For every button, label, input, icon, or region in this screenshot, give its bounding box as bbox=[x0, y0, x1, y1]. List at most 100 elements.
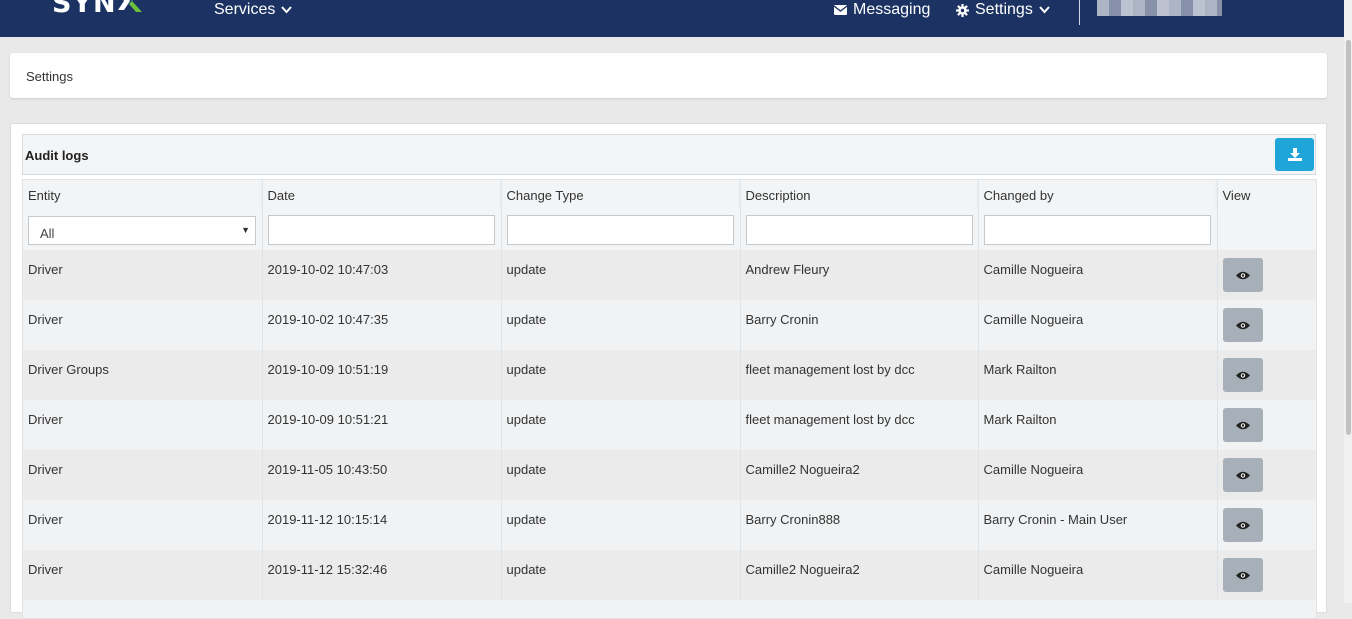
cell-date: 2019-11-05 10:43:50 bbox=[262, 450, 502, 500]
view-button[interactable] bbox=[1222, 508, 1263, 542]
filter-cell-changed-by bbox=[978, 210, 1218, 250]
view-button[interactable] bbox=[1222, 358, 1263, 392]
column-header-date[interactable]: Date bbox=[262, 180, 502, 210]
table-row: Driver 2019-11-12 10:15:14 update Barry … bbox=[23, 500, 1316, 550]
table-row: Driver Groups 2019-10-09 10:51:19 update… bbox=[23, 350, 1316, 400]
chevron-down-icon bbox=[1039, 6, 1050, 14]
eye-icon bbox=[1235, 521, 1250, 529]
change-type-filter-input[interactable] bbox=[506, 215, 734, 245]
cell-view bbox=[1217, 250, 1316, 300]
gear-icon bbox=[956, 3, 969, 17]
cell-date: 2019-10-09 10:51:19 bbox=[262, 350, 502, 400]
view-button[interactable] bbox=[1222, 558, 1263, 592]
cell-view bbox=[1217, 550, 1316, 600]
cell-entity: Driver bbox=[23, 450, 263, 500]
cell-changed-by: Camille Nogueira bbox=[978, 550, 1218, 600]
cell-description: fleet management lost by dcc bbox=[740, 400, 979, 450]
cell-changed-by: Camille Nogueira bbox=[978, 250, 1218, 300]
top-navbar: SYN Services Messaging Settings bbox=[0, 0, 1344, 37]
column-header-entity[interactable]: Entity bbox=[23, 180, 263, 210]
cell-change-type: update bbox=[501, 450, 741, 500]
envelope-icon bbox=[834, 5, 847, 15]
cell-changed-by: Camille Nogueira bbox=[978, 450, 1218, 500]
nav-services-label: Services bbox=[214, 1, 276, 18]
cell-changed-by: Camille Nogueira bbox=[978, 300, 1218, 350]
filter-cell-date bbox=[262, 210, 502, 250]
audit-logs-table: Entity Date Change Type Description Chan… bbox=[22, 179, 1317, 619]
audit-logs-header: Audit logs bbox=[22, 134, 1316, 175]
nav-settings-menu[interactable]: Settings bbox=[956, 0, 1050, 20]
eye-icon bbox=[1235, 421, 1250, 429]
cell-description: Barry Cronin888 bbox=[740, 500, 979, 550]
nav-settings-label: Settings bbox=[975, 1, 1033, 18]
cell-entity: Driver bbox=[23, 550, 263, 600]
user-menu-blurred[interactable] bbox=[1097, 0, 1222, 16]
cell-change-type: update bbox=[501, 250, 741, 300]
cell-date: 2019-11-12 10:15:14 bbox=[262, 500, 502, 550]
cell-description: Camille2 Nogueira2 bbox=[740, 450, 979, 500]
cell-change-type: update bbox=[501, 550, 741, 600]
filter-cell-change-type bbox=[501, 210, 741, 250]
column-header-changed-by[interactable]: Changed by bbox=[978, 180, 1218, 210]
filter-cell-description bbox=[740, 210, 979, 250]
entity-filter-value: All bbox=[40, 225, 55, 241]
cell-date: 2019-10-02 10:47:35 bbox=[262, 300, 502, 350]
nav-services-menu[interactable]: Services bbox=[214, 0, 293, 20]
cell-changed-by: Barry Cronin - Main User bbox=[978, 500, 1218, 550]
cell-entity: Driver bbox=[23, 250, 263, 300]
cell-view bbox=[1217, 300, 1316, 350]
cell-change-type: update bbox=[501, 400, 741, 450]
breadcrumb-settings: Settings bbox=[26, 69, 73, 84]
table-row: Driver 2019-11-05 10:43:50 update Camill… bbox=[23, 450, 1316, 500]
caret-down-icon: ▼ bbox=[241, 224, 250, 235]
changed-by-filter-input[interactable] bbox=[983, 215, 1211, 245]
page-scrollbar-thumb[interactable] bbox=[1346, 40, 1351, 435]
eye-icon bbox=[1235, 321, 1250, 329]
cell-view bbox=[1217, 450, 1316, 500]
cell-changed-by: Mark Railton bbox=[978, 350, 1218, 400]
cell-change-type: update bbox=[501, 300, 741, 350]
view-button[interactable] bbox=[1222, 408, 1263, 442]
cell-description: Andrew Fleury bbox=[740, 250, 979, 300]
table-row: Driver 2019-10-09 10:51:21 update fleet … bbox=[23, 400, 1316, 450]
cell-description: fleet management lost by dcc bbox=[740, 350, 979, 400]
cell-entity: Driver bbox=[23, 400, 263, 450]
cell-description: Camille2 Nogueira2 bbox=[740, 550, 979, 600]
entity-filter-select[interactable]: All ▼ bbox=[28, 215, 256, 245]
cell-change-type: update bbox=[501, 500, 741, 550]
view-button[interactable] bbox=[1222, 258, 1263, 292]
nav-divider bbox=[1079, 0, 1080, 25]
cell-view bbox=[1217, 350, 1316, 400]
nav-messaging-label: Messaging bbox=[853, 1, 931, 18]
cell-view bbox=[1217, 400, 1316, 450]
eye-icon bbox=[1235, 571, 1250, 579]
column-header-description[interactable]: Description bbox=[740, 180, 979, 210]
column-header-change-type[interactable]: Change Type bbox=[501, 180, 741, 210]
eye-icon bbox=[1235, 271, 1250, 279]
cell-entity: Driver Groups bbox=[23, 350, 263, 400]
cell-date: 2019-11-12 15:32:46 bbox=[262, 550, 502, 600]
synx-logo[interactable]: SYN bbox=[52, 0, 142, 19]
eye-icon bbox=[1235, 371, 1250, 379]
logo-x-icon bbox=[117, 0, 142, 16]
date-filter-input[interactable] bbox=[267, 215, 495, 245]
cell-date: 2019-10-02 10:47:03 bbox=[262, 250, 502, 300]
nav-messaging[interactable]: Messaging bbox=[834, 0, 930, 20]
chevron-down-icon bbox=[281, 6, 293, 14]
cell-change-type: update bbox=[501, 350, 741, 400]
download-button[interactable] bbox=[1275, 138, 1314, 171]
filter-cell-entity: All ▼ bbox=[23, 210, 263, 250]
view-button[interactable] bbox=[1222, 458, 1263, 492]
cell-entity: Driver bbox=[23, 500, 263, 550]
table-row: Driver 2019-10-02 10:47:35 update Barry … bbox=[23, 300, 1316, 350]
cell-entity: Driver bbox=[23, 300, 263, 350]
logo-text: SYN bbox=[52, 0, 117, 19]
filter-cell-view bbox=[1217, 210, 1316, 250]
audit-logs-title: Audit logs bbox=[25, 148, 89, 163]
column-header-view: View bbox=[1217, 180, 1316, 210]
eye-icon bbox=[1235, 471, 1250, 479]
table-row: Driver 2019-11-12 15:32:46 update Camill… bbox=[23, 550, 1316, 600]
view-button[interactable] bbox=[1222, 308, 1263, 342]
cell-description: Barry Cronin bbox=[740, 300, 979, 350]
description-filter-input[interactable] bbox=[745, 215, 973, 245]
